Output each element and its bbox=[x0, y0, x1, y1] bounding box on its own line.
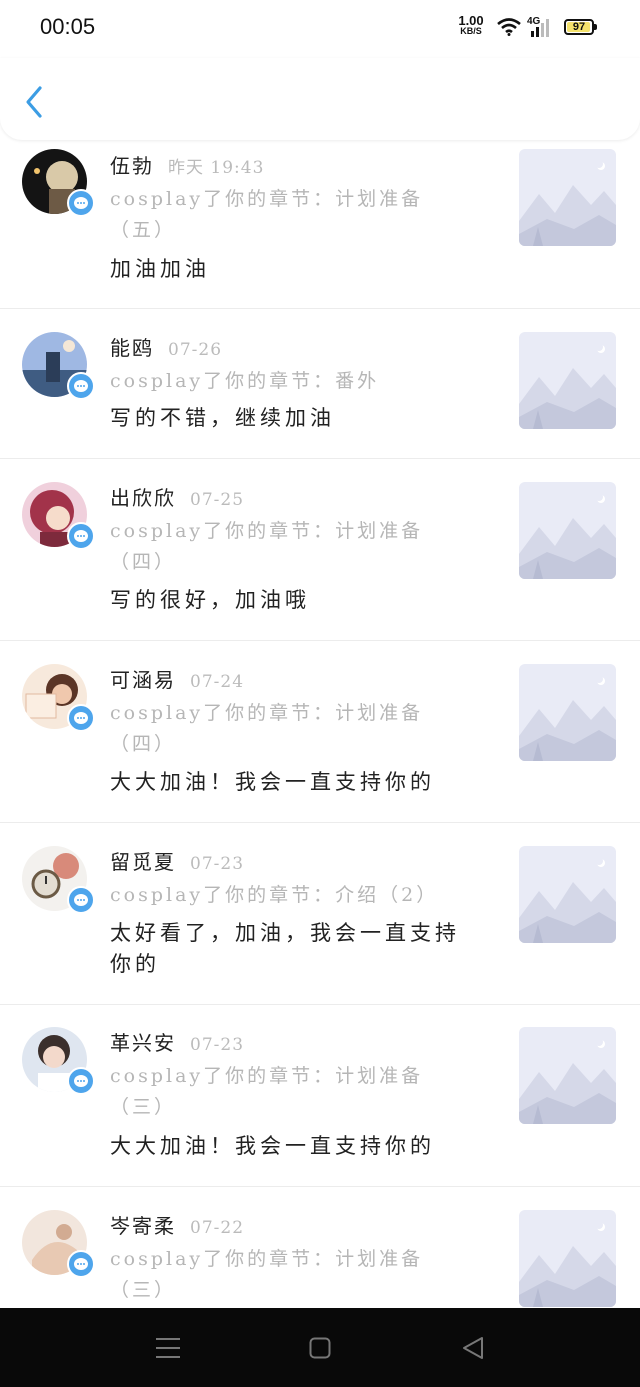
comment-time: 昨天 19:43 bbox=[168, 158, 265, 178]
wifi-icon bbox=[497, 18, 521, 36]
back-triangle-icon[interactable] bbox=[461, 1336, 485, 1360]
username[interactable]: 伍勃 bbox=[110, 154, 154, 178]
comment-header: 能鸥 07-26 bbox=[110, 332, 222, 361]
signal-label: 4G bbox=[527, 16, 541, 27]
username[interactable]: 能鸥 bbox=[110, 336, 154, 360]
comment-message: 加油加油 bbox=[110, 257, 210, 281]
comment-header: 出欣欣 07-25 bbox=[110, 482, 244, 511]
cellular-signal-icon: 4G bbox=[527, 16, 549, 37]
comment-badge-icon bbox=[67, 189, 95, 217]
header bbox=[0, 58, 640, 140]
comment-header: 岑寄柔 07-22 bbox=[110, 1210, 244, 1239]
chapter-thumbnail-placeholder[interactable] bbox=[519, 846, 616, 943]
comment-item[interactable]: 出欣欣 07-25 cosplay了你的章节：计划准备（四） 写的很好，加油哦 bbox=[0, 459, 640, 641]
comment-reference[interactable]: cosplay了你的章节：计划准备（三） bbox=[110, 1061, 440, 1123]
comment-reference[interactable]: cosplay了你的章节：计划准备（三） bbox=[110, 1244, 440, 1306]
battery-cap bbox=[594, 24, 597, 30]
comment-item[interactable]: 革兴安 07-23 cosplay了你的章节：计划准备（三） 大大加油！我会一直支… bbox=[0, 1005, 640, 1187]
comment-reference[interactable]: cosplay了你的章节：计划准备（四） bbox=[110, 698, 440, 760]
network-speed: 1.00 KB/S bbox=[455, 13, 487, 36]
comment-badge-icon bbox=[67, 886, 95, 914]
comment-time: 07-24 bbox=[190, 672, 245, 692]
comment-badge-icon bbox=[67, 1067, 95, 1095]
comment-badge-icon bbox=[67, 1250, 95, 1278]
chapter-thumbnail-placeholder[interactable] bbox=[519, 482, 616, 579]
comment-item[interactable]: 岑寄柔 07-22 cosplay了你的章节：计划准备（三） bbox=[0, 1187, 640, 1327]
chapter-thumbnail-placeholder[interactable] bbox=[519, 1027, 616, 1124]
back-button[interactable] bbox=[16, 80, 56, 124]
comment-message: 写的很好，加油哦 bbox=[110, 588, 310, 612]
comment-item[interactable]: 伍勃 昨天 19:43 cosplay了你的章节：计划准备（五） 加油加油 bbox=[0, 140, 640, 309]
username[interactable]: 革兴安 bbox=[110, 1031, 176, 1055]
menu-icon[interactable] bbox=[155, 1336, 181, 1360]
chapter-thumbnail-placeholder[interactable] bbox=[519, 664, 616, 761]
comment-header: 可涵易 07-24 bbox=[110, 664, 244, 693]
comment-badge-icon bbox=[67, 522, 95, 550]
username[interactable]: 留觅夏 bbox=[110, 850, 176, 874]
status-time: 00:05 bbox=[40, 14, 96, 39]
comment-time: 07-26 bbox=[168, 340, 223, 360]
comment-time: 07-22 bbox=[190, 1218, 245, 1238]
status-bar: 00:05 1.00 KB/S 4G 97 bbox=[0, 0, 640, 58]
comment-list: 伍勃 昨天 19:43 cosplay了你的章节：计划准备（五） 加油加油 能鸥 0… bbox=[0, 140, 640, 1327]
comment-time: 07-23 bbox=[190, 854, 245, 874]
comment-time: 07-23 bbox=[190, 1035, 245, 1055]
chapter-thumbnail-placeholder[interactable] bbox=[519, 149, 616, 246]
system-navigation-bar bbox=[0, 1308, 640, 1387]
battery-icon: 97 bbox=[564, 19, 594, 35]
comment-item[interactable]: 能鸥 07-26 cosplay了你的章节：番外 写的不错，继续加油 bbox=[0, 309, 640, 459]
comment-message: 大大加油！我会一直支持你的 bbox=[110, 1134, 435, 1158]
battery-level: 97 bbox=[572, 21, 586, 33]
comment-badge-icon bbox=[67, 704, 95, 732]
username[interactable]: 可涵易 bbox=[110, 668, 176, 692]
network-speed-value: 1.00 bbox=[458, 13, 484, 28]
chevron-left-icon bbox=[26, 86, 42, 118]
comment-reference[interactable]: cosplay了你的章节：计划准备（五） bbox=[110, 184, 440, 246]
comment-time: 07-25 bbox=[190, 490, 245, 510]
home-square-icon[interactable] bbox=[309, 1337, 331, 1359]
username[interactable]: 岑寄柔 bbox=[110, 1214, 176, 1238]
username[interactable]: 出欣欣 bbox=[110, 486, 176, 510]
comment-header: 革兴安 07-23 bbox=[110, 1027, 244, 1056]
comment-message: 太好看了，加油，我会一直支持你的 bbox=[110, 921, 460, 976]
comment-header: 伍勃 昨天 19:43 bbox=[110, 150, 264, 179]
comment-reference[interactable]: cosplay了你的章节：介绍（2） bbox=[110, 880, 440, 911]
comment-badge-icon bbox=[67, 372, 95, 400]
comment-item[interactable]: 留觅夏 07-23 cosplay了你的章节：介绍（2） 太好看了，加油，我会一直… bbox=[0, 823, 640, 1005]
comment-reference[interactable]: cosplay了你的章节：计划准备（四） bbox=[110, 516, 440, 578]
comment-item[interactable]: 可涵易 07-24 cosplay了你的章节：计划准备（四） 大大加油！我会一直支… bbox=[0, 641, 640, 823]
comment-message: 大大加油！我会一直支持你的 bbox=[110, 770, 435, 794]
comment-message: 写的不错，继续加油 bbox=[110, 406, 335, 430]
comment-reference[interactable]: cosplay了你的章节：番外 bbox=[110, 366, 440, 397]
chapter-thumbnail-placeholder[interactable] bbox=[519, 332, 616, 429]
comment-header: 留觅夏 07-23 bbox=[110, 846, 244, 875]
chapter-thumbnail-placeholder[interactable] bbox=[519, 1210, 616, 1307]
